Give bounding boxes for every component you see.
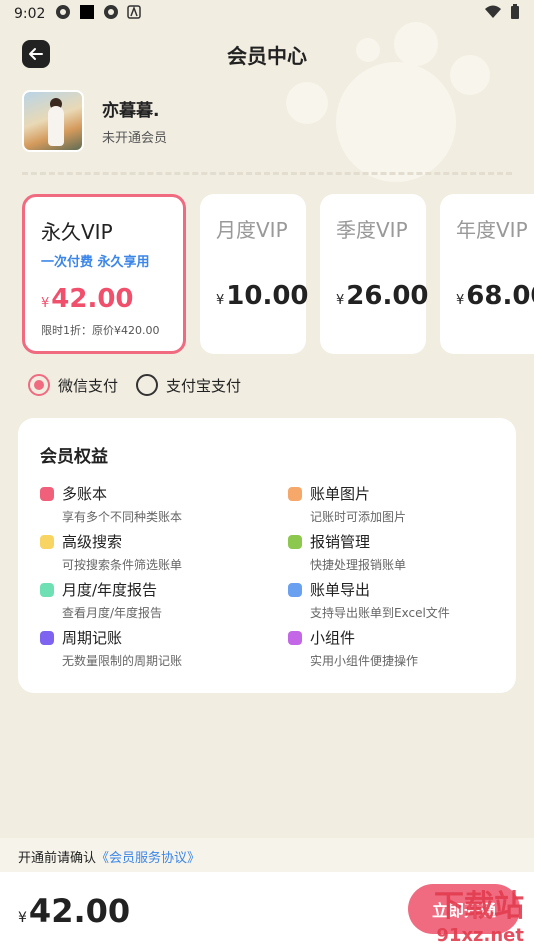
bullet-icon [40,534,54,549]
payment-label: 微信支付 [58,376,119,395]
currency-symbol: ¥ [18,910,27,926]
benefit-item: 账单导出 支持导出账单到Excel文件 [288,579,508,621]
bullet-icon [288,534,302,549]
notification-icon [103,4,119,24]
benefit-desc: 查看月度/年度报告 [62,606,163,620]
plan-name: 月度VIP [216,218,288,242]
bullet-icon [288,582,302,597]
bullet-icon [40,486,54,501]
benefit-desc: 可按搜索条件筛选账单 [62,558,183,572]
username: 亦暮暮. [102,101,160,121]
benefit-item: 小组件 实用小组件便捷操作 [288,627,508,669]
wifi-icon [484,5,502,23]
plan-price: ¥10.00 [216,281,309,311]
service-agreement-link[interactable]: 《会员服务协议》 [96,851,200,866]
benefit-item: 周期记账 无数量限制的周期记账 [40,627,260,669]
payment-option-wechat[interactable]: 微信支付 [28,374,118,396]
plan-list: 永久VIP 一次付费 永久享用 ¥42.00 限时1折：原价¥420.00 月度… [22,194,534,356]
benefit-name: 账单导出 [310,581,371,599]
back-arrow-icon [29,48,43,60]
plan-card-quarterly[interactable]: 季度VIP ¥26.00 [320,194,429,354]
total-price: ¥42.00 [18,892,130,930]
checkout-bar: ¥42.00 立即开通 下载站 91xz.net [0,872,534,950]
benefit-name: 周期记账 [62,629,123,647]
agreement-bar: 开通前请确认《会员服务协议》 [0,838,534,872]
price-value: 10.00 [226,281,309,311]
payment-methods: 微信支付 支付宝支付 [28,374,241,396]
benefit-name: 小组件 [310,629,356,647]
profile-section: 亦暮暮. 未开通会员 [22,90,167,152]
benefit-name: 高级搜索 [62,533,123,551]
radio-unselected-icon[interactable] [136,374,159,396]
benefits-card: 会员权益 多账本 享有多个不同种类账本 账单图片 记账时可添加图片 高级搜索 可… [18,418,516,693]
benefit-desc: 记账时可添加图片 [310,510,407,524]
benefit-item: 高级搜索 可按搜索条件筛选账单 [40,531,260,573]
benefit-item: 账单图片 记账时可添加图片 [288,483,508,525]
watermark-line1: 下载站 [434,889,524,924]
plan-name: 季度VIP [336,218,408,242]
plan-note: 限时1折：原价¥420.00 [41,324,160,337]
profile-info: 亦暮暮. 未开通会员 [102,96,167,146]
currency-symbol: ¥ [216,293,225,308]
benefit-item: 多账本 享有多个不同种类账本 [40,483,260,525]
dashed-divider [22,172,512,175]
back-button[interactable] [22,40,50,68]
payment-option-alipay[interactable]: 支付宝支付 [136,374,241,396]
benefit-name: 多账本 [62,485,108,503]
battery-icon [510,4,520,24]
plan-name: 永久VIP [41,220,113,244]
page-title: 会员中心 [227,43,307,68]
benefits-title: 会员权益 [40,447,108,467]
font-icon [127,5,142,23]
bullet-icon [40,582,54,597]
benefit-item: 报销管理 快捷处理报销账单 [288,531,508,573]
membership-status: 未开通会员 [102,131,168,146]
plan-price: ¥68.00 [456,281,534,311]
price-value: 26.00 [346,281,429,311]
plan-card-lifetime[interactable]: 永久VIP 一次付费 永久享用 ¥42.00 限时1折：原价¥420.00 [22,194,186,354]
bullet-icon [40,630,54,645]
watermark-line2: 91xz.net [436,925,524,946]
header: 会员中心 [0,36,534,72]
benefit-desc: 支持导出账单到Excel文件 [310,606,450,620]
benefit-desc: 无数量限制的周期记账 [62,654,183,668]
plan-card-yearly[interactable]: 年度VIP ¥68.00 [440,194,534,354]
currency-symbol: ¥ [41,296,50,311]
bullet-icon [288,486,302,501]
avatar-figure-body [48,106,64,146]
avatar[interactable] [22,90,84,152]
background-bubble [336,62,456,182]
total-value: 42.00 [28,892,131,930]
background-bubble [286,82,328,124]
benefit-name: 账单图片 [310,485,371,503]
benefit-name: 报销管理 [310,533,371,551]
payment-label: 支付宝支付 [166,376,242,395]
benefit-desc: 享有多个不同种类账本 [62,510,183,524]
black-square-icon [79,4,95,24]
plan-price: ¥42.00 [41,284,167,314]
status-bar: 9:02 [0,0,534,28]
currency-symbol: ¥ [456,293,465,308]
price-value: 68.00 [466,281,534,311]
benefit-item: 月度/年度报告 查看月度/年度报告 [40,579,260,621]
benefit-desc: 快捷处理报销账单 [310,558,407,572]
plan-price: ¥26.00 [336,281,429,311]
agreement-prefix: 开通前请确认 [18,851,97,866]
benefit-name: 月度/年度报告 [62,581,158,599]
radio-selected-icon[interactable] [28,374,50,396]
currency-symbol: ¥ [336,293,345,308]
status-time: 9:02 [14,6,46,22]
plan-card-monthly[interactable]: 月度VIP ¥10.00 [200,194,309,354]
notification-icon [55,4,71,24]
price-value: 42.00 [51,284,134,314]
benefit-desc: 实用小组件便捷操作 [310,654,419,668]
watermark-logo: 下载站 91xz.net [434,881,524,946]
plan-subtitle: 一次付费 永久享用 [41,255,150,270]
bullet-icon [288,630,302,645]
plan-name: 年度VIP [456,218,528,242]
